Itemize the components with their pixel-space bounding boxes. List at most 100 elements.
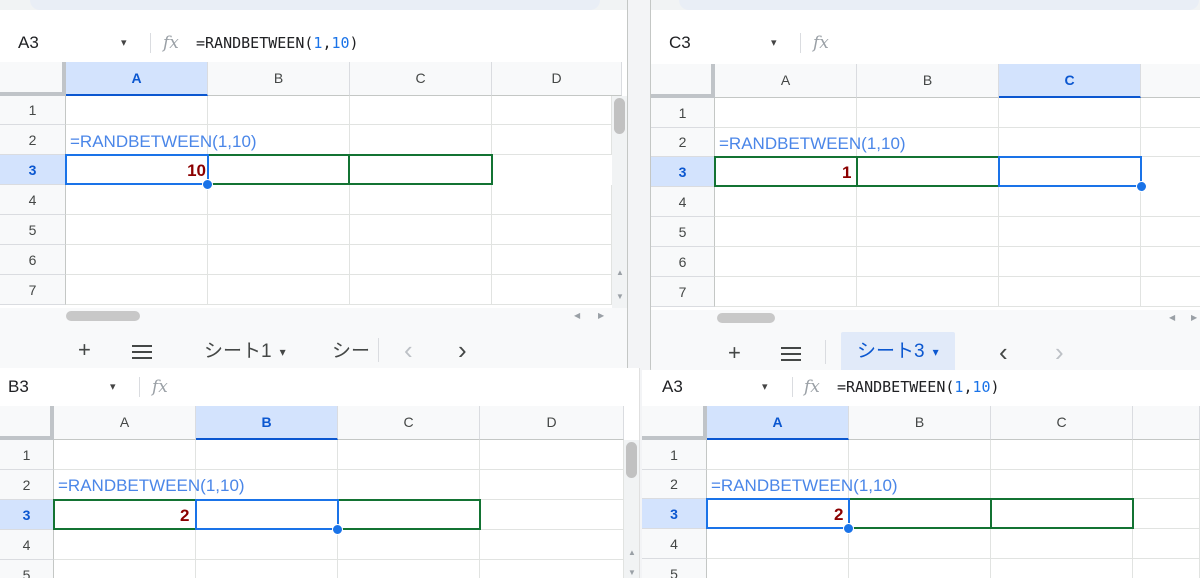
cell[interactable] <box>999 247 1141 277</box>
scroll-right-icon[interactable]: ▶ <box>1191 313 1197 322</box>
cell[interactable] <box>857 247 999 277</box>
cell[interactable] <box>492 125 612 155</box>
cell[interactable] <box>338 560 480 578</box>
row-header-3[interactable]: 3 <box>651 157 715 187</box>
col-header-a[interactable]: A <box>66 62 208 96</box>
cell[interactable] <box>1141 247 1200 277</box>
cell-a2-formula[interactable]: =RANDBETWEEN(1,10) <box>711 476 898 496</box>
cell[interactable] <box>1133 440 1200 470</box>
row-header-4[interactable]: 4 <box>0 185 66 215</box>
cell[interactable] <box>350 96 492 125</box>
cell[interactable] <box>350 125 492 155</box>
cell[interactable] <box>991 440 1133 470</box>
scroll-thumb[interactable] <box>66 311 140 321</box>
cell[interactable] <box>1133 559 1200 578</box>
chevron-down-icon[interactable]: ▾ <box>121 24 127 62</box>
add-sheet-button[interactable]: + <box>78 338 91 362</box>
cell[interactable] <box>480 470 624 500</box>
row-header-6[interactable]: 6 <box>0 245 66 275</box>
scroll-right-icon[interactable]: ▶ <box>598 311 604 320</box>
cell[interactable] <box>991 529 1133 559</box>
formula-input[interactable]: =RANDBETWEEN(1,10) <box>196 24 359 62</box>
row-header-5[interactable]: 5 <box>651 217 715 247</box>
row-header-4[interactable]: 4 <box>642 529 707 559</box>
horizontal-scrollbar[interactable]: ◀ ▶ <box>0 308 627 324</box>
cell[interactable] <box>54 560 196 578</box>
col-header-d[interactable] <box>1133 406 1200 440</box>
cell[interactable] <box>999 217 1141 247</box>
add-sheet-button[interactable]: + <box>728 341 741 365</box>
cell[interactable] <box>1133 470 1200 499</box>
row-header-2[interactable]: 2 <box>0 470 54 500</box>
cell[interactable] <box>492 275 612 305</box>
cell[interactable] <box>208 215 350 245</box>
row-header-1[interactable]: 1 <box>0 440 54 470</box>
row-header-2[interactable]: 2 <box>642 470 707 499</box>
cell[interactable] <box>857 98 999 128</box>
prev-sheet-button[interactable]: ‹ <box>999 339 1008 365</box>
scroll-up-icon[interactable]: ▲ <box>628 548 636 557</box>
cell-a2-formula[interactable]: =RANDBETWEEN(1,10) <box>70 132 257 152</box>
cell-a2-formula[interactable]: =RANDBETWEEN(1,10) <box>719 134 906 154</box>
active-cell-c3[interactable] <box>998 156 1142 187</box>
chevron-down-icon[interactable]: ▾ <box>110 368 116 406</box>
row-header-3[interactable]: 3 <box>0 155 66 185</box>
cell[interactable] <box>1133 499 1200 529</box>
col-header-d[interactable] <box>1141 64 1200 98</box>
cell[interactable] <box>715 277 857 307</box>
tab-sheet3[interactable]: シート3 ▾ <box>841 332 955 372</box>
name-box[interactable]: A3 <box>662 370 683 406</box>
cell[interactable] <box>480 530 624 560</box>
col-header-d[interactable]: D <box>492 62 622 96</box>
cell[interactable] <box>991 470 1133 499</box>
row-header-5[interactable]: 5 <box>642 559 707 578</box>
col-header-b[interactable]: B <box>849 406 991 440</box>
scroll-thumb[interactable] <box>626 442 637 478</box>
select-all-corner[interactable] <box>642 406 707 440</box>
cell[interactable] <box>54 440 196 470</box>
cell[interactable] <box>857 187 999 217</box>
cell[interactable] <box>707 559 849 578</box>
row-header-4[interactable]: 4 <box>0 530 54 560</box>
formula-input[interactable]: =RANDBETWEEN(1,10) <box>837 370 1000 406</box>
fill-handle[interactable] <box>843 523 854 534</box>
row-header-2[interactable]: 2 <box>0 125 66 155</box>
col-header-c[interactable]: C <box>338 406 480 440</box>
horizontal-scrollbar[interactable]: ◀ ▶ <box>651 310 1200 326</box>
cell[interactable] <box>1141 187 1200 217</box>
active-cell-a3[interactable] <box>706 498 850 529</box>
cell[interactable] <box>66 275 208 305</box>
cell[interactable] <box>715 98 857 128</box>
cell[interactable] <box>350 185 492 215</box>
cell[interactable] <box>857 277 999 307</box>
cell[interactable] <box>350 215 492 245</box>
select-all-corner[interactable] <box>0 406 54 440</box>
next-sheet-button[interactable]: › <box>1055 339 1064 365</box>
cell[interactable] <box>991 559 1133 578</box>
cell[interactable] <box>707 440 849 470</box>
scroll-left-icon[interactable]: ◀ <box>574 311 580 320</box>
col-header-c[interactable]: C <box>991 406 1133 440</box>
col-header-b[interactable]: B <box>857 64 999 98</box>
col-header-a[interactable]: A <box>715 64 857 98</box>
row-header-2[interactable]: 2 <box>651 128 715 157</box>
cell[interactable] <box>196 440 338 470</box>
cell[interactable] <box>338 440 480 470</box>
cell[interactable] <box>492 245 612 275</box>
chevron-down-icon[interactable]: ▾ <box>762 370 768 406</box>
cell[interactable] <box>66 245 208 275</box>
vertical-scrollbar[interactable]: ▲ ▼ <box>624 440 639 578</box>
select-all-corner[interactable] <box>651 64 715 98</box>
cell[interactable] <box>707 529 849 559</box>
row-header-7[interactable]: 7 <box>0 275 66 305</box>
col-header-b[interactable]: B <box>196 406 338 440</box>
cell[interactable] <box>196 560 338 578</box>
cell[interactable] <box>849 559 991 578</box>
fill-handle[interactable] <box>332 524 343 535</box>
name-box[interactable]: C3 <box>669 24 691 62</box>
cell[interactable] <box>338 470 480 500</box>
col-header-c[interactable]: C <box>350 62 492 96</box>
scroll-left-icon[interactable]: ◀ <box>1169 313 1175 322</box>
cell[interactable] <box>999 98 1141 128</box>
vertical-scrollbar[interactable]: ▲ ▼ <box>612 96 627 308</box>
